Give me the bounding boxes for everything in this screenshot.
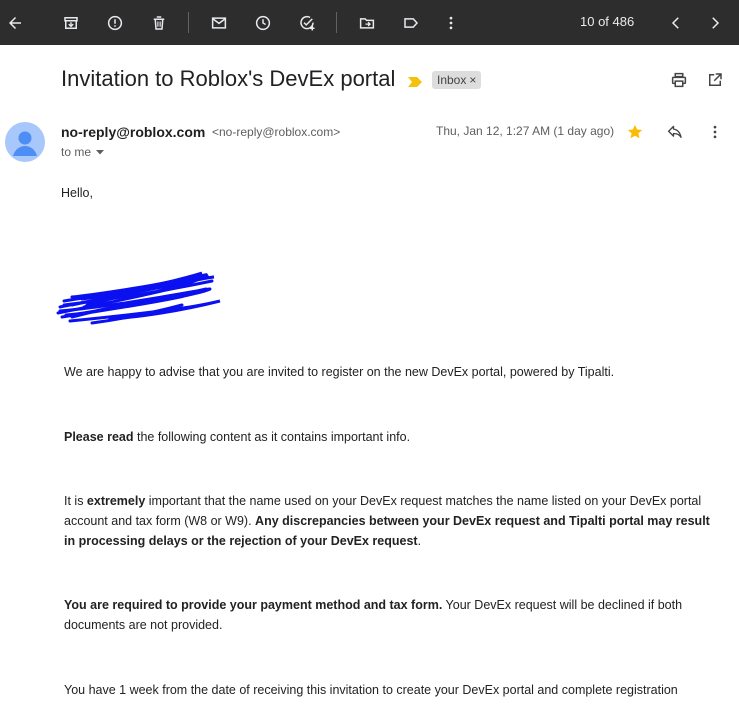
emphasis-text: extremely	[86, 494, 146, 508]
email-date: Thu, Jan 12, 1:27 AM (1 day ago)	[436, 124, 615, 138]
label-chip-inbox: Inbox ×	[432, 71, 482, 89]
email-paragraph-3: It is extremely important that the name …	[64, 491, 724, 551]
reply-icon[interactable]	[663, 120, 687, 144]
archive-icon[interactable]	[56, 8, 86, 38]
email-paragraph-5: You have 1 week from the date of receivi…	[64, 683, 678, 697]
pagination-count: 10 of 486	[580, 14, 635, 29]
avatar[interactable]	[5, 122, 45, 162]
recipient-label: to me	[61, 145, 92, 159]
paragraph-text: the following content as it contains imp…	[133, 430, 411, 444]
toolbar-divider	[188, 12, 189, 33]
delete-icon[interactable]	[144, 8, 174, 38]
paragraph-text: It is	[64, 494, 87, 508]
toolbar: 10 of 486	[0, 0, 739, 45]
sender-email: <no-reply@roblox.com>	[212, 125, 341, 139]
importance-marker-icon[interactable]	[408, 74, 422, 92]
email-paragraph-2: Please read the following content as it …	[64, 427, 724, 447]
emphasis-text: You are required to provide your payment…	[64, 598, 443, 612]
star-icon[interactable]	[623, 120, 647, 144]
label-chip-text: Inbox	[437, 73, 467, 87]
sender-name[interactable]: no-reply@roblox.com	[61, 124, 205, 140]
back-arrow-icon[interactable]	[0, 8, 30, 38]
remove-label-icon[interactable]: ×	[469, 73, 476, 87]
redaction-scribble	[52, 265, 222, 334]
move-to-icon[interactable]	[352, 8, 382, 38]
report-spam-icon[interactable]	[100, 8, 130, 38]
email-paragraph-4: You are required to provide your payment…	[64, 595, 724, 635]
email-subject: Invitation to Roblox's DevEx portal	[61, 66, 396, 91]
paragraph-text: .	[417, 534, 422, 548]
add-task-icon[interactable]	[292, 8, 322, 38]
recipient-details-toggle[interactable]: to me	[61, 145, 105, 159]
mark-unread-icon[interactable]	[204, 8, 234, 38]
label-icon[interactable]	[396, 8, 426, 38]
email-greeting: Hello,	[61, 186, 93, 200]
print-icon[interactable]	[667, 68, 691, 92]
more-vert-icon[interactable]	[436, 8, 466, 38]
open-in-new-window-icon[interactable]	[703, 68, 727, 92]
chevron-left-icon[interactable]	[661, 8, 691, 38]
toolbar-divider	[336, 12, 337, 33]
more-vert-icon[interactable]	[703, 120, 727, 144]
emphasis-text: Please read	[64, 430, 134, 444]
caret-down-icon	[96, 150, 105, 155]
email-paragraph-1: We are happy to advise that you are invi…	[64, 365, 615, 379]
snooze-icon[interactable]	[248, 8, 278, 38]
chevron-right-icon[interactable]	[700, 8, 730, 38]
